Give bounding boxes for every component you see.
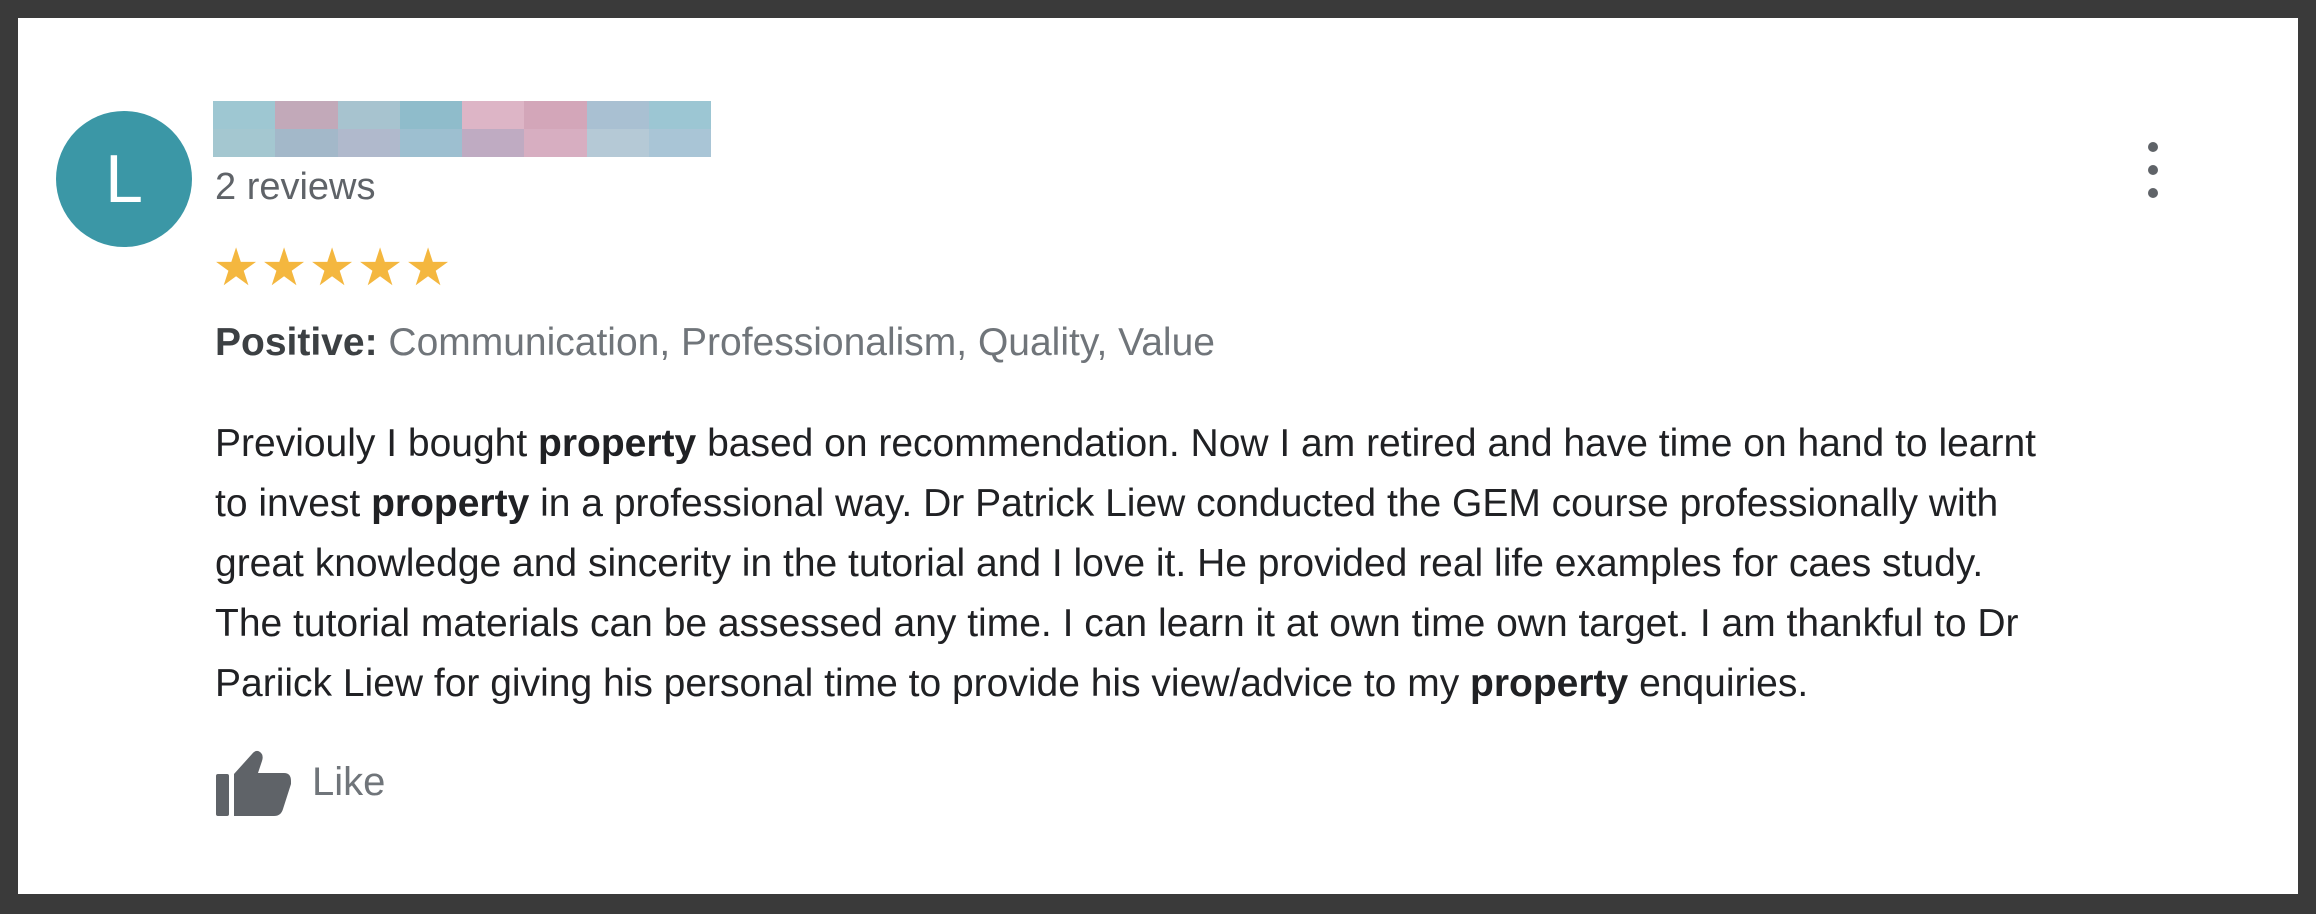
review-line: The tutorial materials can be assessed a… [215,602,2019,645]
reviewer-name-redacted[interactable] [213,101,711,157]
review-line: great knowledge and sincerity in the tut… [215,542,1984,585]
review-text: Previouly I bought property based on rec… [215,414,2255,714]
positive-label: Positive: [215,321,378,364]
review-line: to invest property in a professional way… [215,482,1999,525]
star-icon: ★ [260,239,308,297]
star-icon: ★ [212,239,260,297]
like-label: Like [312,759,386,804]
review-count[interactable]: 2 reviews [215,166,376,209]
avatar[interactable]: L [56,111,192,247]
star-icon: ★ [404,239,452,297]
avatar-letter: L [105,141,143,217]
highlighted-keyword: property [371,482,530,525]
thumbs-up-icon [216,750,291,816]
highlighted-keyword: property [538,422,697,465]
star-rating: ★ ★ ★ ★ ★ [212,239,452,297]
positive-highlights: Positive: Communication, Professionalism… [215,321,1215,365]
star-icon: ★ [308,239,356,297]
more-vert-icon[interactable] [2138,142,2168,198]
like-button[interactable]: Like [214,746,385,818]
star-icon: ★ [356,239,404,297]
review-card: L 2 reviews ★ ★ ★ ★ ★ Positive: Communic… [18,18,2298,894]
highlighted-keyword: property [1470,662,1629,705]
positive-values: Communication, Professionalism, Quality,… [388,321,1215,364]
review-line: Previouly I bought property based on rec… [215,422,2037,465]
review-line: Pariick Liew for giving his personal tim… [215,662,1809,705]
